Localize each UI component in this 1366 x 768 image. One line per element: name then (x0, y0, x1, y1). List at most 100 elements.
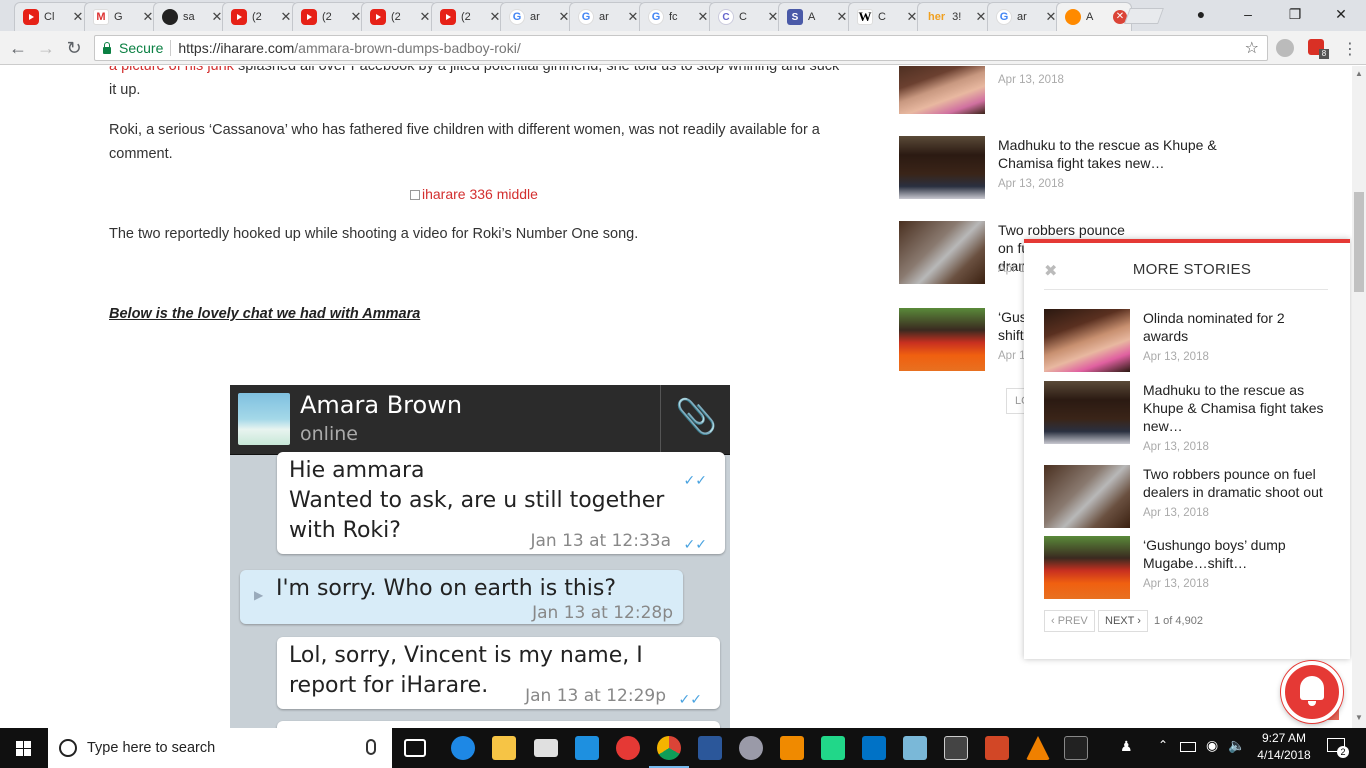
story-thumbnail[interactable] (899, 136, 985, 199)
word-icon[interactable] (698, 736, 722, 760)
story-thumbnail[interactable] (1044, 536, 1130, 599)
tab-close-icon[interactable]: ✕ (974, 9, 988, 25)
story-title[interactable]: Two robbers pounce on fuel dealers in dr… (1143, 465, 1333, 501)
s-icon: S (787, 9, 803, 25)
people-icon[interactable]: ♟ (1120, 738, 1133, 755)
more-stories-popup: ✖ MORE STORIES Olinda nominated for 2 aw… (1024, 239, 1350, 659)
story-thumbnail[interactable] (899, 308, 985, 371)
address-bar[interactable]: Secure https://iharare.com/ammara-brown-… (94, 35, 1268, 61)
page-scrollbar[interactable] (1352, 66, 1366, 728)
start-button[interactable] (0, 728, 48, 768)
chevron-up-icon[interactable]: ⌃ (1158, 738, 1168, 752)
tab-close-icon[interactable]: ✕ (418, 9, 432, 25)
back-icon[interactable]: ← (8, 38, 28, 59)
story-title[interactable]: Madhuku to the rescue as Khupe & Chamisa… (1143, 381, 1333, 435)
chrome-icon[interactable] (649, 736, 689, 768)
outlook-icon[interactable] (862, 736, 886, 760)
opera-icon[interactable] (616, 736, 640, 760)
terminal-icon[interactable] (1064, 736, 1088, 760)
reload-icon[interactable]: ↻ (64, 38, 84, 59)
tab-label: Cl (44, 11, 55, 23)
paint-icon[interactable] (739, 736, 763, 760)
story-title[interactable]: ‘Gushungo boys’ dump Mugabe…shift… (1143, 536, 1333, 572)
scroll-up-icon[interactable]: ▲ (1352, 69, 1366, 83)
powerpoint-icon[interactable] (985, 736, 1009, 760)
task-view-icon[interactable] (404, 739, 426, 757)
app-icon[interactable] (903, 736, 927, 760)
minimize-button[interactable]: – (1238, 6, 1258, 22)
mail-icon[interactable] (534, 739, 558, 757)
ad-image-placeholder[interactable]: iharare 336 middle (410, 186, 538, 202)
prev-button[interactable]: ‹ PREV (1044, 610, 1095, 632)
broken-image-icon (410, 190, 420, 200)
close-window-button[interactable]: ✕ (1331, 6, 1351, 23)
youtube-icon (23, 9, 39, 25)
clock-time[interactable]: 9:27 AM (1253, 731, 1315, 745)
new-tab-button[interactable] (1124, 8, 1164, 24)
sublime-icon[interactable] (780, 736, 804, 760)
photos-icon[interactable] (944, 736, 968, 760)
scroll-down-icon[interactable]: ▼ (1352, 713, 1366, 727)
story-thumbnail[interactable] (899, 66, 985, 114)
tab[interactable]: (2 ✕ (431, 2, 507, 31)
tab[interactable]: Gar ✕ (987, 2, 1063, 31)
forward-icon[interactable]: → (36, 38, 56, 59)
tab[interactable]: (2 ✕ (222, 2, 298, 31)
tab-close-icon[interactable]: ✕ (626, 9, 640, 25)
tab[interactable]: A ✕ (1056, 2, 1132, 31)
chat-contact-name: Amara Brown (300, 391, 463, 419)
tab[interactable]: M G ✕ (84, 2, 160, 31)
clock-date[interactable]: 4/14/2018 (1253, 748, 1315, 762)
scrollbar-thumb[interactable] (1354, 192, 1364, 292)
tab[interactable]: (2 ✕ (361, 2, 437, 31)
action-center-icon[interactable]: 2 (1327, 738, 1349, 758)
edge-icon[interactable] (451, 736, 475, 760)
tab[interactable]: Gfc ✕ (639, 2, 715, 31)
app-icon[interactable] (575, 736, 599, 760)
page-content: a picture of his junk splashed all over … (0, 66, 1352, 728)
tab[interactable]: her 3! ✕ (917, 2, 993, 31)
wifi-icon[interactable]: ◉ (1206, 737, 1218, 754)
menu-icon[interactable]: ⋮ (1340, 39, 1360, 59)
tab-label: sa (183, 11, 195, 23)
file-explorer-icon[interactable] (492, 736, 516, 760)
article-link[interactable]: a picture of his junk (109, 66, 234, 74)
message-line: Hie ammara (289, 458, 425, 483)
story-thumbnail[interactable] (1044, 309, 1130, 372)
story-thumbnail[interactable] (1044, 381, 1130, 444)
tab-close-icon[interactable]: ✕ (835, 9, 849, 25)
tab-close-icon[interactable]: ✕ (696, 9, 710, 25)
battery-icon[interactable] (1180, 742, 1196, 752)
story-title[interactable]: Madhuku to the rescue as Khupe & Chamisa… (998, 136, 1238, 172)
tab-label: C (878, 11, 886, 23)
vlc-icon[interactable] (1026, 736, 1050, 760)
tab[interactable]: W C ✕ (848, 2, 924, 31)
tab-close-icon[interactable]: ✕ (71, 9, 85, 25)
chat-contact-status: online (300, 423, 358, 445)
tab[interactable]: sa ✕ (153, 2, 229, 31)
volume-icon[interactable]: 🔈 (1228, 737, 1245, 754)
tab[interactable]: Cl ✕ (14, 2, 90, 31)
extension-icon[interactable] (1276, 39, 1294, 57)
tab[interactable]: S A ✕ (778, 2, 854, 31)
tab[interactable]: C C ✕ (709, 2, 785, 31)
tab[interactable]: (2 ✕ (292, 2, 368, 31)
microphone-icon[interactable] (366, 739, 376, 755)
bookmark-star-icon[interactable]: ☆ (1245, 38, 1259, 58)
tab-label: 3! (952, 11, 962, 23)
tab[interactable]: Gar ✕ (569, 2, 645, 31)
taskbar-search-box[interactable]: Type here to search (48, 728, 392, 768)
tab[interactable]: Gar ✕ (500, 2, 576, 31)
story-title[interactable]: Olinda nominated for 2 awards (1143, 309, 1333, 345)
notification-bell-icon[interactable] (1281, 661, 1343, 723)
pycharm-icon[interactable] (821, 736, 845, 760)
divider (660, 385, 661, 455)
story-thumbnail[interactable] (899, 221, 985, 284)
profile-icon[interactable]: ● (1191, 6, 1211, 22)
story-thumbnail[interactable] (1044, 465, 1130, 528)
maximize-button[interactable]: ❐ (1285, 6, 1305, 23)
windows-icon (16, 749, 23, 756)
next-button[interactable]: NEXT › (1098, 610, 1148, 632)
wikipedia-icon: W (857, 9, 873, 25)
tab-close-icon[interactable]: ✕ (279, 9, 293, 25)
